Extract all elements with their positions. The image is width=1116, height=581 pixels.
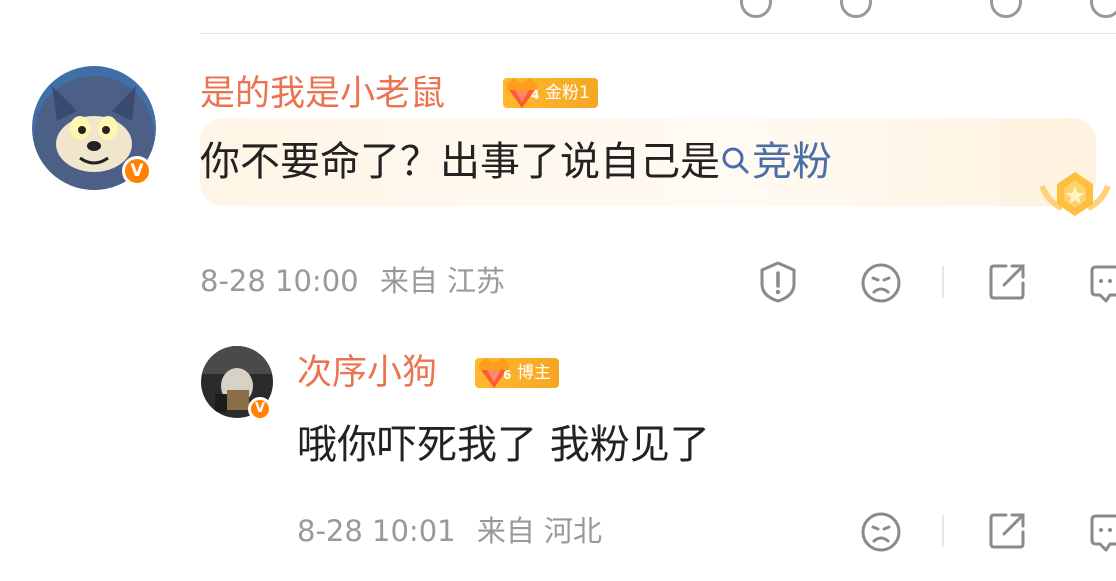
blogger-badge[interactable]: 6 博主 [475,358,559,388]
timestamp: 8-28 10:00 [200,264,359,298]
divider [200,33,1116,34]
comment-icon[interactable] [1088,261,1116,303]
verified-badge: V [122,156,152,186]
username[interactable]: 次序小狗 [297,353,437,393]
divider [942,266,944,298]
location: 来自 河北 [476,514,603,548]
award-medal-icon [1039,172,1111,216]
share-icon[interactable] [986,510,1028,552]
divider [942,515,944,547]
comment-icon[interactable] [1090,0,1116,18]
previous-actions-bar [700,0,1116,18]
search-icon [722,147,750,175]
dislike-icon[interactable] [860,262,902,304]
badge-level: 6 [503,368,512,382]
comment-icon[interactable] [1088,510,1116,552]
verified-badge: V [248,397,272,421]
location: 来自 江苏 [379,264,506,298]
timestamp: 8-28 10:01 [297,514,456,548]
username[interactable]: 是的我是小老鼠 [200,74,445,114]
badge-label: 博主 [517,363,551,383]
link-text: 竞粉 [752,139,832,185]
share-icon[interactable] [986,261,1028,303]
comment-text-row: 你不要命了？出事了说自己是 竞粉 [200,137,832,187]
search-link[interactable]: 竞粉 [720,139,832,185]
badge-label: 金粉1 [545,83,590,103]
comment-text: 你不要命了？出事了说自己是 [200,139,720,185]
reply-text: 哦你吓死我了 我粉见了 [297,422,710,468]
dislike-icon[interactable] [860,511,902,553]
reply-meta: 8-28 10:01 来自 河北 [297,514,602,548]
report-icon[interactable] [756,260,800,304]
badge-level: 4 [531,88,540,102]
report-icon[interactable] [740,0,772,18]
share-icon[interactable] [990,0,1022,18]
fan-badge[interactable]: 4 金粉1 [503,78,598,108]
comment-meta: 8-28 10:00 来自 江苏 [200,264,505,298]
dislike-icon[interactable] [840,0,872,18]
